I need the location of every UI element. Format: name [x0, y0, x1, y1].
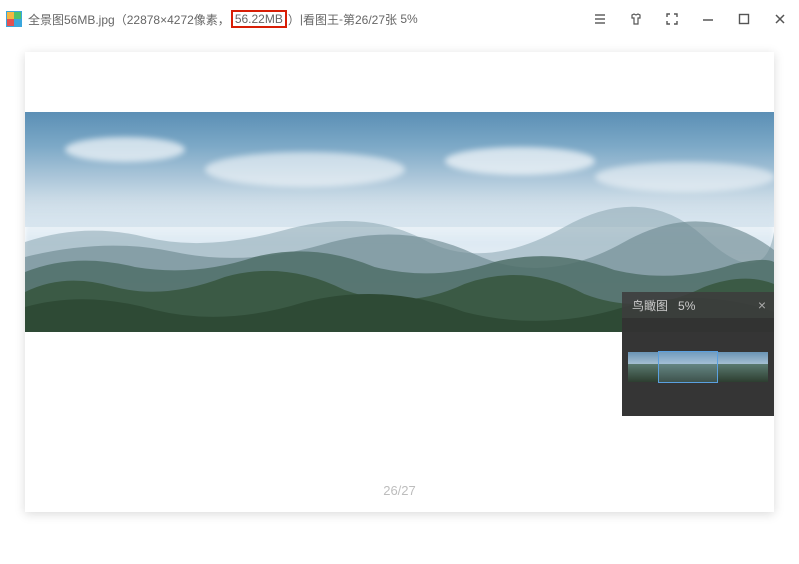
- navigator-thumbnail: [628, 352, 768, 382]
- navigator-close-icon[interactable]: ×: [758, 297, 766, 313]
- app-icon: [6, 11, 22, 27]
- menu-button[interactable]: [591, 10, 609, 28]
- fullscreen-button[interactable]: [663, 10, 681, 28]
- navigator-body[interactable]: [622, 318, 774, 416]
- title-text: 全景图56MB.jpg （ 22878×4272像素 ， 56.22MB ） |…: [28, 10, 418, 28]
- navigator-panel[interactable]: 鸟瞰图 5% ×: [622, 292, 774, 416]
- filename: 全景图56MB.jpg: [28, 11, 115, 28]
- app-name: 看图王: [303, 11, 339, 28]
- sep-comma: ，: [218, 11, 230, 28]
- navigator-header: 鸟瞰图 5% ×: [622, 292, 774, 318]
- close-button[interactable]: [771, 10, 789, 28]
- navigator-title: 鸟瞰图: [632, 299, 668, 313]
- paren-open: （: [115, 11, 127, 28]
- paren-close: ）: [288, 11, 300, 28]
- navigator-zoom: 5%: [678, 299, 695, 313]
- minimize-button[interactable]: [699, 10, 717, 28]
- zoom-level: 5%: [400, 12, 417, 26]
- dimensions: 22878×4272像素: [127, 11, 218, 28]
- image-position: 第26/27张: [343, 11, 397, 28]
- titlebar: 全景图56MB.jpg （ 22878×4272像素 ， 56.22MB ） |…: [0, 0, 799, 38]
- app-window: 全景图56MB.jpg （ 22878×4272像素 ， 56.22MB ） |…: [0, 0, 799, 564]
- image-canvas[interactable]: 26/27 鸟瞰图 5% ×: [25, 52, 774, 512]
- maximize-button[interactable]: [735, 10, 753, 28]
- page-indicator: 26/27: [25, 483, 774, 498]
- skin-button[interactable]: [627, 10, 645, 28]
- filesize-highlighted: 56.22MB: [231, 10, 287, 28]
- window-controls: [591, 10, 789, 28]
- navigator-viewport[interactable]: [658, 351, 718, 383]
